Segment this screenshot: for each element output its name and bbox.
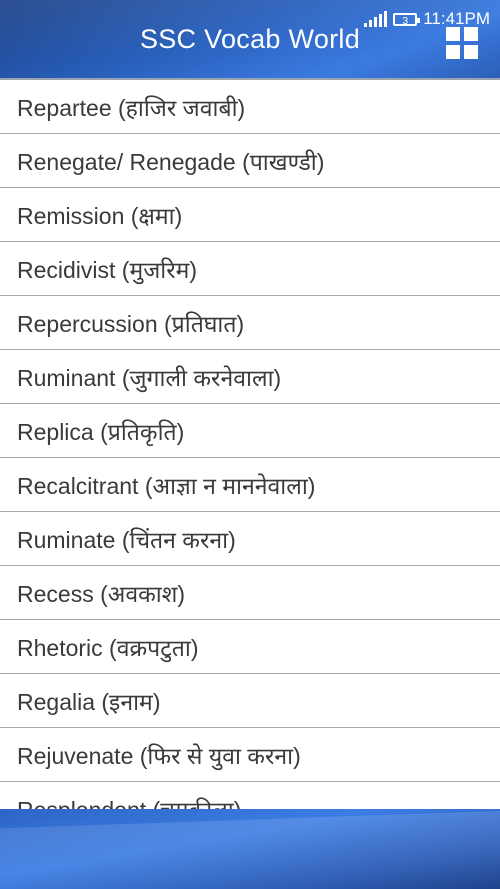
vocab-list[interactable]: Repartee (हाजिर जवाबी) Renegate/ Renegad…	[0, 78, 500, 811]
list-item[interactable]: Repartee (हाजिर जवाबी)	[0, 80, 500, 134]
footer-shine	[0, 809, 500, 889]
list-item[interactable]: Ruminant (जुगाली करनेवाला)	[0, 350, 500, 404]
list-item[interactable]: Recalcitrant (आज्ञा न माननेवाला)	[0, 458, 500, 512]
list-item[interactable]: Recidivist (मुजरिम)	[0, 242, 500, 296]
list-item[interactable]: Regalia (इनाम)	[0, 674, 500, 728]
app-header: 3 11:41PM SSC Vocab World	[0, 0, 500, 78]
list-item[interactable]: Recess (अवकाश)	[0, 566, 500, 620]
list-item[interactable]: Rhetoric (वक्रपटुता)	[0, 620, 500, 674]
list-item[interactable]: Ruminate (चिंतन करना)	[0, 512, 500, 566]
grid-menu-icon[interactable]	[446, 27, 478, 59]
list-item[interactable]: Renegate/ Renegade (पाखण्डी)	[0, 134, 500, 188]
footer-banner	[0, 809, 500, 889]
list-item[interactable]: Remission (क्षमा)	[0, 188, 500, 242]
list-item[interactable]: Resplendent (चमकीला)	[0, 782, 500, 812]
app-title: SSC Vocab World	[139, 24, 361, 54]
list-item[interactable]: Repercussion (प्रतिघात)	[0, 296, 500, 350]
list-item[interactable]: Replica (प्रतिकृति)	[0, 404, 500, 458]
list-item[interactable]: Rejuvenate (फिर से युवा करना)	[0, 728, 500, 782]
